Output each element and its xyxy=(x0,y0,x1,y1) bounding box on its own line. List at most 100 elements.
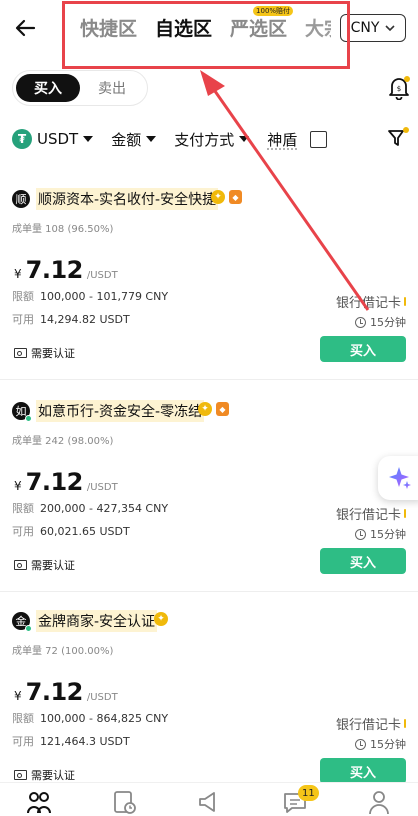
profile-person-icon[interactable] xyxy=(366,789,392,815)
limit-label: 限额 xyxy=(12,290,34,303)
limit-value: 200,000 - 427,354 CNY xyxy=(40,502,169,515)
bottom-navigation: 11 xyxy=(0,782,418,816)
merchant-card: 如 如意币行-资金安全-零冻结 ✦ ◆ 成单量 242 (98.00%) ¥ 7… xyxy=(0,400,418,592)
notification-bell-icon[interactable]: $ xyxy=(388,76,410,100)
payment-method: 银行借记卡 xyxy=(336,714,406,733)
buy-sell-toggle: 买入 卖出 xyxy=(12,70,148,106)
payment-label: 银行借记卡 xyxy=(335,296,401,311)
buy-button[interactable]: 买入 xyxy=(320,336,406,362)
available-value: 14,294.82 USDT xyxy=(40,313,130,326)
buy-toggle-button[interactable]: 买入 xyxy=(16,74,80,102)
currency-symbol: ¥ xyxy=(14,689,22,703)
merchant-card: 顺 顺源资本-实名收付-安全快捷 ✦ ◆ 成单量 108 (96.50%) ¥ … xyxy=(0,188,418,380)
id-card-icon xyxy=(14,560,27,570)
shield-filter-label: 神盾 xyxy=(267,130,298,149)
orders-clock-icon[interactable] xyxy=(112,789,138,815)
limit-value: 100,000 - 864,825 CNY xyxy=(40,712,169,725)
security-shield-icon: ◆ xyxy=(229,190,242,204)
price: ¥ 7.12 /USDT xyxy=(14,468,118,496)
limit-label: 限额 xyxy=(12,502,34,515)
currency-symbol: ¥ xyxy=(14,479,22,493)
merchant-avatar: 金 xyxy=(12,612,32,632)
kyc-required: 需要认证 xyxy=(14,767,75,783)
back-arrow-icon[interactable] xyxy=(12,14,40,42)
payment-filter-label: 支付方式 xyxy=(174,130,235,149)
caret-down-icon xyxy=(239,136,250,142)
price-unit: /USDT xyxy=(86,692,118,703)
filter-funnel-icon[interactable] xyxy=(386,126,410,150)
kyc-label: 需要认证 xyxy=(31,347,75,360)
order-stats: 成单量 72 (100.00%) xyxy=(12,646,114,657)
verified-merchant-icon: ✦ xyxy=(154,612,168,626)
payment-label: 银行借记卡 xyxy=(335,508,401,523)
merchant-name[interactable]: 如意币行-资金安全-零冻结 xyxy=(36,400,205,422)
payment-label: 银行借记卡 xyxy=(335,718,401,733)
time-label: 15分钟 xyxy=(370,738,406,751)
time-label: 15分钟 xyxy=(370,528,406,541)
available-label: 可用 xyxy=(12,525,34,538)
limit-range: 限额 100,000 - 101,779 CNY xyxy=(12,288,168,304)
merchant-avatar: 顺 xyxy=(12,190,30,208)
caret-down-icon xyxy=(83,136,94,142)
merchant-name[interactable]: 金牌商家-安全认证 xyxy=(36,610,158,632)
messages-nav[interactable]: 11 xyxy=(282,785,319,815)
unread-messages-badge: 11 xyxy=(298,785,319,801)
available-label: 可用 xyxy=(12,313,34,326)
price-value: 7.12 xyxy=(25,468,84,496)
price-unit: /USDT xyxy=(86,270,118,281)
price: ¥ 7.12 /USDT xyxy=(14,678,118,706)
available-value: 121,464.3 USDT xyxy=(40,735,130,748)
security-shield-icon: ◆ xyxy=(216,402,229,416)
merchant-name[interactable]: 顺源资本-实名收付-安全快捷 xyxy=(36,188,219,210)
buy-button[interactable]: 买入 xyxy=(320,548,406,574)
limit-label: 限额 xyxy=(12,712,34,725)
amount-filter[interactable]: 金额 xyxy=(111,129,157,150)
currency-symbol: ¥ xyxy=(14,267,22,281)
payment-color-bar xyxy=(404,719,406,728)
kyc-label: 需要认证 xyxy=(31,769,75,782)
kyc-label: 需要认证 xyxy=(31,559,75,572)
order-stats: 成单量 242 (98.00%) xyxy=(12,436,114,447)
kyc-required: 需要认证 xyxy=(14,345,75,361)
clock-icon xyxy=(355,738,366,750)
coin-filter[interactable]: ₮ USDT xyxy=(12,129,94,149)
verified-merchant-icon: ✦ xyxy=(211,190,225,204)
merchant-avatar: 如 xyxy=(12,402,32,422)
payment-time: 15分钟 xyxy=(355,736,406,752)
order-stats: 成单量 108 (96.50%) xyxy=(12,224,114,235)
clock-icon xyxy=(355,528,366,540)
price-value: 7.12 xyxy=(25,256,84,284)
sell-toggle-button[interactable]: 卖出 xyxy=(80,74,144,102)
kyc-required: 需要认证 xyxy=(14,557,75,573)
time-label: 15分钟 xyxy=(370,316,406,329)
coin-filter-label: USDT xyxy=(37,130,79,148)
merchant-card: 金 金牌商家-安全认证 ✦ 成单量 72 (100.00%) ¥ 7.12 /U… xyxy=(0,610,418,802)
merchant-badges: ✦ xyxy=(154,612,168,626)
merchant-avatar-char: 顺 xyxy=(15,193,27,206)
buy-button[interactable]: 买入 xyxy=(320,758,406,784)
available-value: 60,021.65 USDT xyxy=(40,525,130,538)
verified-merchant-icon: ✦ xyxy=(198,402,212,416)
amount-filter-label: 金额 xyxy=(111,130,142,149)
available-amount: 可用 14,294.82 USDT xyxy=(12,311,130,327)
payment-method-filter[interactable]: 支付方式 xyxy=(174,129,250,150)
limit-range: 限额 200,000 - 427,354 CNY xyxy=(12,500,168,516)
megaphone-icon[interactable] xyxy=(196,789,222,815)
payment-method: 银行借记卡 xyxy=(336,292,406,311)
svg-text:$: $ xyxy=(397,85,401,93)
payment-color-bar xyxy=(404,297,406,306)
price-unit: /USDT xyxy=(86,482,118,493)
filter-row: ₮ USDT 金额 支付方式 神盾 xyxy=(12,126,412,152)
available-label: 可用 xyxy=(12,735,34,748)
merchant-badges: ✦ ◆ xyxy=(198,402,229,416)
caret-down-icon xyxy=(146,136,157,142)
payment-method: 银行借记卡 xyxy=(336,504,406,523)
ai-assistant-button[interactable] xyxy=(378,456,418,500)
clock-icon xyxy=(355,316,366,328)
shield-checkbox[interactable] xyxy=(310,130,328,148)
payment-time: 15分钟 xyxy=(355,526,406,542)
id-card-icon xyxy=(14,770,27,780)
limit-value: 100,000 - 101,779 CNY xyxy=(40,290,169,303)
p2p-users-icon[interactable] xyxy=(26,789,52,815)
currency-label: CNY xyxy=(350,20,380,36)
